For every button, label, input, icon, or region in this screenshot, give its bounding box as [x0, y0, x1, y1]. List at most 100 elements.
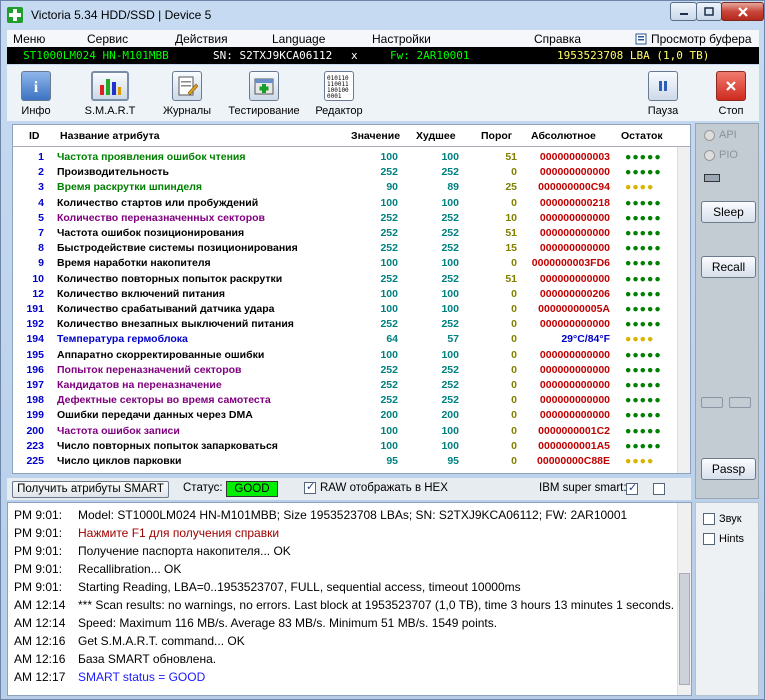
maximize-button[interactable] — [696, 2, 722, 21]
app-window: Victoria 5.34 HDD/SSD | Device 5 Меню Се… — [0, 0, 765, 700]
attr-worst: 252 — [441, 211, 459, 224]
attr-threshold: 51 — [505, 272, 517, 285]
sleep-button[interactable]: Sleep — [701, 201, 756, 223]
recall-button[interactable]: Recall — [701, 256, 756, 278]
table-row[interactable]: 2 Производительность 252 252 0 000000000000 ●●… — [13, 165, 676, 180]
extra-checkbox[interactable] — [653, 483, 665, 495]
col-threshold[interactable]: Порог — [481, 130, 512, 142]
menu-bar: Меню Сервис Действия Language Настройки … — [7, 30, 759, 47]
attr-value: 252 — [380, 394, 398, 407]
table-row[interactable]: 223 Число повторных попыток запарковаться… — [13, 439, 676, 454]
attr-value: 100 — [380, 151, 398, 163]
attr-worst: 252 — [441, 242, 459, 255]
log-scroll-thumb[interactable] — [679, 573, 690, 685]
menu-settings[interactable]: Настройки — [372, 32, 431, 46]
table-row[interactable]: 7 Частота ошибок позиционирования 252 252 51… — [13, 226, 676, 241]
col-value[interactable]: Значение — [351, 130, 400, 142]
attr-threshold: 0 — [511, 394, 517, 407]
smart-button[interactable]: S.M.A.R.T — [77, 69, 143, 119]
attr-id: 10 — [32, 272, 44, 285]
attr-rest: ●●●●● — [625, 227, 662, 239]
logs-button[interactable]: Журналы — [159, 69, 215, 119]
table-row[interactable]: 5 Количество переназначенных секторов 252 2… — [13, 211, 676, 226]
attr-value: 252 — [380, 379, 398, 391]
table-row[interactable]: 9 Время наработки накопителя 100 100 0 000000… — [13, 256, 676, 271]
table-row[interactable]: 4 Количество стартов или пробуждений 100 10… — [13, 196, 676, 211]
attr-name: Производительность — [57, 166, 169, 179]
editor-button[interactable]: 010110 110011 100100 0001 Редактор — [311, 69, 367, 119]
table-row[interactable]: 192 Количество внезапных выключений питан… — [13, 317, 676, 332]
raw-hex-checkbox[interactable]: RAW отображать в HEX — [304, 480, 448, 494]
table-row[interactable]: 200 Частота ошибок записи 100 100 0 000000000… — [13, 424, 676, 439]
col-worst[interactable]: Худшее — [416, 130, 456, 142]
ibm-super-smart-checkbox[interactable] — [626, 481, 638, 495]
menu-language[interactable]: Language — [272, 32, 325, 46]
table-row[interactable]: 198 Дефектные секторы во время самотеста 2… — [13, 393, 676, 408]
table-row[interactable]: 197 Кандидатов на переназначение 252 252 0 00… — [13, 378, 676, 393]
device-close-button[interactable]: x — [351, 49, 358, 62]
attr-raw: 0000000003FD6 — [531, 257, 610, 270]
attr-worst: 100 — [441, 196, 459, 209]
close-button[interactable] — [721, 2, 764, 21]
attr-rest: ●●●●● — [625, 287, 662, 300]
attr-id: 4 — [38, 196, 44, 209]
col-raw[interactable]: Абсолютное — [531, 130, 596, 142]
menu-help[interactable]: Справка — [534, 32, 581, 46]
attr-raw: 000000000000 — [539, 363, 610, 376]
test-label: Тестирование — [228, 105, 300, 117]
attr-worst: 95 — [447, 455, 459, 467]
log-time: PM 9:01: — [14, 562, 63, 576]
attr-rest: ●●●●● — [625, 211, 662, 224]
log-message: База SMART обновлена. — [78, 652, 217, 666]
table-scrollbar[interactable] — [677, 147, 690, 473]
smart-chart-icon — [91, 71, 129, 101]
table-row[interactable]: 191 Количество срабатываний датчика удара… — [13, 302, 676, 317]
log-line: PM 9:01: Starting Reading, LBA=0..1953523… — [14, 580, 521, 598]
get-smart-button[interactable]: Получить атрибуты SMART — [12, 481, 169, 498]
attr-value: 252 — [380, 318, 398, 331]
table-row[interactable]: 195 Аппаратно скорректированные ошибки 100… — [13, 348, 676, 363]
col-name[interactable]: Название атрибута — [60, 130, 160, 142]
table-row[interactable]: 196 Попыток переназначений секторов 252 252… — [13, 363, 676, 378]
attr-id: 8 — [38, 242, 44, 255]
log-scrollbar[interactable] — [677, 503, 691, 695]
pause-button[interactable]: Пауза — [643, 69, 683, 119]
menu-main[interactable]: Меню — [13, 32, 45, 46]
table-row[interactable]: 3 Время раскрутки шпинделя 90 89 25 000000000… — [13, 180, 676, 195]
passp-button[interactable]: Passp — [701, 458, 756, 480]
log-line: AM 12:14 Speed: Maximum 116 MB/s. Average… — [14, 616, 497, 634]
api-radio[interactable]: API — [704, 129, 737, 141]
menu-service[interactable]: Сервис — [87, 32, 128, 46]
stop-button[interactable]: Стоп — [711, 69, 751, 119]
table-row[interactable]: 225 Число циклов парковки 95 95 0 00000000C88… — [13, 454, 676, 469]
attr-name: Быстродействие системы позиционирования — [57, 242, 298, 255]
attr-value: 100 — [380, 424, 398, 437]
log-line: PM 9:01: Получение паспорта накопителя...… — [14, 544, 291, 562]
minimize-button[interactable] — [670, 2, 697, 21]
attr-rest: ●●●●● — [625, 196, 662, 209]
attr-raw: 0000000001C2 — [538, 424, 610, 437]
pause-label: Пауза — [647, 105, 679, 117]
test-button[interactable]: Тестирование — [227, 69, 301, 119]
table-row[interactable]: 8 Быстродействие системы позиционирования… — [13, 241, 676, 256]
table-row[interactable]: 10 Количество повторных попыток раскрутки… — [13, 272, 676, 287]
log-time: PM 9:01: — [14, 580, 63, 594]
menu-buffer-view[interactable]: Просмотр буфера — [635, 32, 752, 46]
col-id[interactable]: ID — [29, 130, 40, 142]
attr-raw: 000000000000 — [539, 318, 610, 331]
sound-checkbox[interactable]: Звук — [703, 513, 742, 525]
col-rest[interactable]: Остаток — [621, 130, 663, 142]
pio-radio[interactable]: PIO — [704, 149, 738, 161]
attr-rest: ●●●● — [625, 455, 655, 467]
info-button[interactable]: i Инфо — [13, 69, 59, 119]
hints-checkbox[interactable]: Hints — [703, 533, 744, 545]
menu-actions[interactable]: Действия — [175, 32, 228, 46]
table-row[interactable]: 12 Количество включений питания 100 100 0 000… — [13, 287, 676, 302]
wr-indicator: WR — [701, 397, 723, 408]
table-row[interactable]: 194 Температура гермоблока 64 57 0 29°C/84°F ●… — [13, 332, 676, 347]
attr-worst: 57 — [447, 333, 459, 346]
log-time: AM 12:14 — [14, 616, 66, 630]
table-row[interactable]: 199 Ошибки передачи данных через DMA 200 20… — [13, 408, 676, 423]
table-row[interactable]: 1 Частота проявления ошибок чтения 100 100 5… — [13, 150, 676, 165]
attr-raw: 000000000000 — [539, 379, 610, 391]
